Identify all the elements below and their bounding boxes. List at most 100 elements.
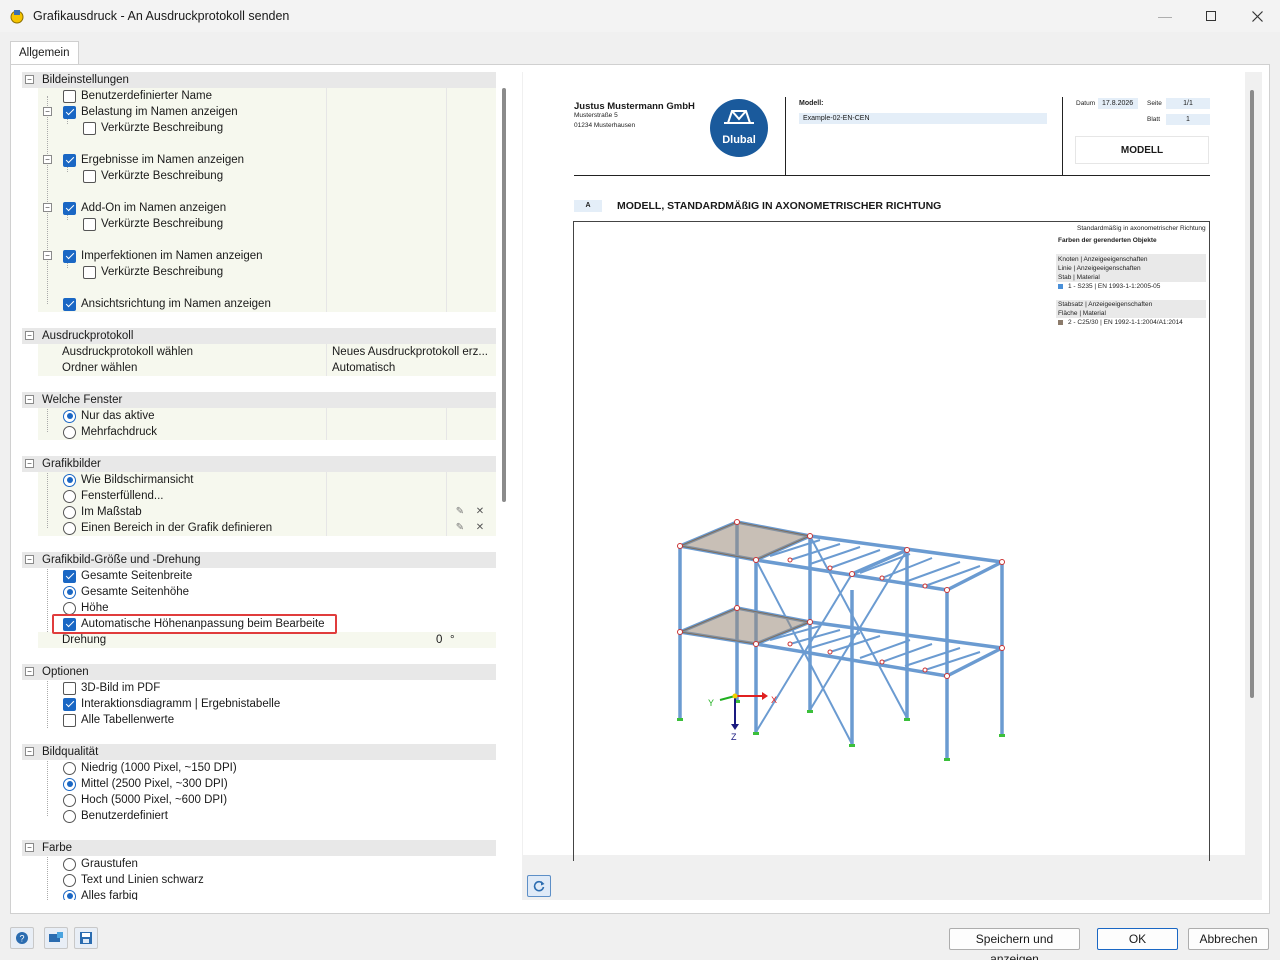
ordner-select[interactable]: Automatisch — [332, 362, 395, 374]
radio-alles-farbig[interactable] — [63, 889, 76, 900]
checkbox-belastung[interactable] — [63, 105, 76, 119]
collapse-icon[interactable]: − — [25, 459, 34, 468]
radio-bereich[interactable] — [63, 521, 76, 535]
collapse-icon[interactable]: − — [43, 251, 52, 260]
radio-text-schwarz[interactable] — [63, 873, 76, 887]
save-and-show-button[interactable]: Speichern und anzeigen — [949, 928, 1080, 960]
collapse-icon[interactable]: − — [25, 843, 34, 852]
row-mittel[interactable]: Mittel (2500 Pixel, ~300 DPI) — [22, 776, 496, 792]
row-seitenhoehe[interactable]: Gesamte Seitenhöhe — [22, 584, 496, 600]
row-ergebnisse[interactable]: − Ergebnisse im Namen anzeigen — [22, 152, 496, 168]
category-optionen[interactable]: − Optionen — [22, 664, 496, 680]
radio-graustufen[interactable] — [63, 857, 76, 871]
checkbox-pdf3d[interactable] — [63, 681, 76, 695]
collapse-icon[interactable]: − — [43, 107, 52, 116]
radio-massstab[interactable] — [63, 505, 76, 519]
close-button[interactable] — [1234, 0, 1280, 32]
radio-hoch[interactable] — [63, 793, 76, 807]
checkbox-benutzerdefinierter-name[interactable] — [63, 89, 76, 103]
checkbox-tabellenwerte[interactable] — [63, 713, 76, 727]
collapse-icon[interactable]: − — [25, 667, 34, 676]
row-benutzerdefiniert[interactable]: Benutzerdefiniert — [22, 808, 496, 824]
category-groesse-drehung[interactable]: − Grafikbild-Größe und -Drehung — [22, 552, 496, 568]
collapse-icon[interactable]: − — [25, 75, 34, 84]
save-settings-button[interactable] — [74, 927, 98, 949]
row-ansichtsrichtung[interactable]: Ansichtsrichtung im Namen anzeigen — [22, 296, 496, 312]
row-protokoll-waehlen[interactable]: Ausdruckprotokoll wählen Neues Ausdruckp… — [22, 344, 496, 360]
tree-scrollbar[interactable] — [502, 88, 506, 502]
checkbox-verkuerzt-2[interactable] — [83, 169, 96, 183]
checkbox-verkuerzt-3[interactable] — [83, 217, 96, 231]
row-massstab[interactable]: Im Maßstab ✎ ✕ — [22, 504, 496, 520]
checkbox-seitenbreite[interactable] — [63, 569, 76, 583]
delete-icon[interactable]: ✕ — [474, 522, 486, 534]
checkbox-addon[interactable] — [63, 201, 76, 215]
row-belastung-verkuerzt[interactable]: Verkürzte Beschreibung — [22, 120, 496, 136]
collapse-icon[interactable]: − — [25, 331, 34, 340]
radio-niedrig[interactable] — [63, 761, 76, 775]
collapse-icon[interactable]: − — [25, 555, 34, 564]
checkbox-ansichtsrichtung[interactable] — [63, 297, 76, 311]
row-imperfektionen-verkuerzt[interactable]: Verkürzte Beschreibung — [22, 264, 496, 280]
row-ordner-waehlen[interactable]: Ordner wählen Automatisch — [22, 360, 496, 376]
drehung-input[interactable]: 0 — [436, 634, 442, 646]
row-imperfektionen[interactable]: − Imperfektionen im Namen anzeigen — [22, 248, 496, 264]
checkbox-verkuerzt-1[interactable] — [83, 121, 96, 135]
maximize-button[interactable] — [1188, 0, 1234, 32]
collapse-icon[interactable]: − — [43, 155, 52, 164]
radio-benutzerdefiniert[interactable] — [63, 809, 76, 823]
row-graustufen[interactable]: Graustufen — [22, 856, 496, 872]
radio-fensterfuellend[interactable] — [63, 489, 76, 503]
row-hoch[interactable]: Hoch (5000 Pixel, ~600 DPI) — [22, 792, 496, 808]
category-farbe[interactable]: − Farbe — [22, 840, 496, 856]
row-ergebnisse-verkuerzt[interactable]: Verkürzte Beschreibung — [22, 168, 496, 184]
row-drehung[interactable]: Drehung 0 ° — [38, 632, 496, 648]
checkbox-imperfektionen[interactable] — [63, 249, 76, 263]
row-addon-verkuerzt[interactable]: Verkürzte Beschreibung — [22, 216, 496, 232]
cancel-button[interactable]: Abbrechen — [1188, 928, 1269, 950]
row-tabellenwerte[interactable]: Alle Tabellenwerte — [22, 712, 496, 728]
row-interaktion[interactable]: Interaktionsdiagramm | Ergebnistabelle — [22, 696, 496, 712]
category-ausdruckprotokoll[interactable]: − Ausdruckprotokoll — [22, 328, 496, 344]
preview-scrollbar[interactable] — [1250, 90, 1254, 698]
edit-icon[interactable]: ✎ — [454, 522, 466, 534]
checkbox-verkuerzt-4[interactable] — [83, 265, 96, 279]
collapse-icon[interactable]: − — [25, 747, 34, 756]
row-nur-aktive[interactable]: Nur das aktive — [22, 408, 496, 424]
minimize-button[interactable]: — — [1142, 0, 1188, 32]
row-text-schwarz[interactable]: Text und Linien schwarz — [22, 872, 496, 888]
row-fensterfuellend[interactable]: Fensterfüllend... — [22, 488, 496, 504]
collapse-icon[interactable]: − — [25, 395, 34, 404]
tab-allgemein[interactable]: Allgemein — [10, 41, 79, 65]
delete-icon[interactable]: ✕ — [474, 506, 486, 518]
category-bildqualitaet[interactable]: − Bildqualität — [22, 744, 496, 760]
edit-icon[interactable]: ✎ — [454, 506, 466, 518]
row-pdf3d[interactable]: 3D-Bild im PDF — [22, 680, 496, 696]
row-seitenbreite[interactable]: Gesamte Seitenbreite — [22, 568, 496, 584]
protokoll-select[interactable]: Neues Ausdruckprotokoll erz... — [332, 346, 488, 358]
row-niedrig[interactable]: Niedrig (1000 Pixel, ~150 DPI) — [22, 760, 496, 776]
radio-wie-bildschirm[interactable] — [63, 473, 76, 487]
ok-button[interactable]: OK — [1097, 928, 1178, 950]
checkbox-ergebnisse[interactable] — [63, 153, 76, 167]
category-welche-fenster[interactable]: − Welche Fenster — [22, 392, 496, 408]
radio-mittel[interactable] — [63, 777, 76, 791]
refresh-button[interactable] — [527, 875, 551, 897]
help-button[interactable]: ? — [10, 927, 34, 949]
radio-hoehe[interactable] — [63, 601, 76, 615]
category-bildeinstellungen[interactable]: − Bildeinstellungen — [22, 72, 496, 88]
row-belastung[interactable]: − Belastung im Namen anzeigen — [22, 104, 496, 120]
radio-mehrfach[interactable] — [63, 425, 76, 439]
row-mehrfach[interactable]: Mehrfachdruck — [22, 424, 496, 440]
row-bereich[interactable]: Einen Bereich in der Grafik definieren ✎… — [22, 520, 496, 536]
collapse-icon[interactable]: − — [43, 203, 52, 212]
row-addon[interactable]: − Add-On im Namen anzeigen — [22, 200, 496, 216]
category-grafikbilder[interactable]: − Grafikbilder — [22, 456, 496, 472]
radio-nur-aktive[interactable] — [63, 409, 76, 423]
row-alles-farbig[interactable]: Alles farbig — [22, 888, 496, 900]
row-benutzerdefinierter-name[interactable]: Benutzerdefinierter Name — [22, 88, 496, 104]
radio-seitenhoehe[interactable] — [63, 585, 76, 599]
checkbox-interaktion[interactable] — [63, 697, 76, 711]
units-button[interactable] — [44, 927, 68, 949]
row-wie-bildschirm[interactable]: Wie Bildschirmansicht — [22, 472, 496, 488]
